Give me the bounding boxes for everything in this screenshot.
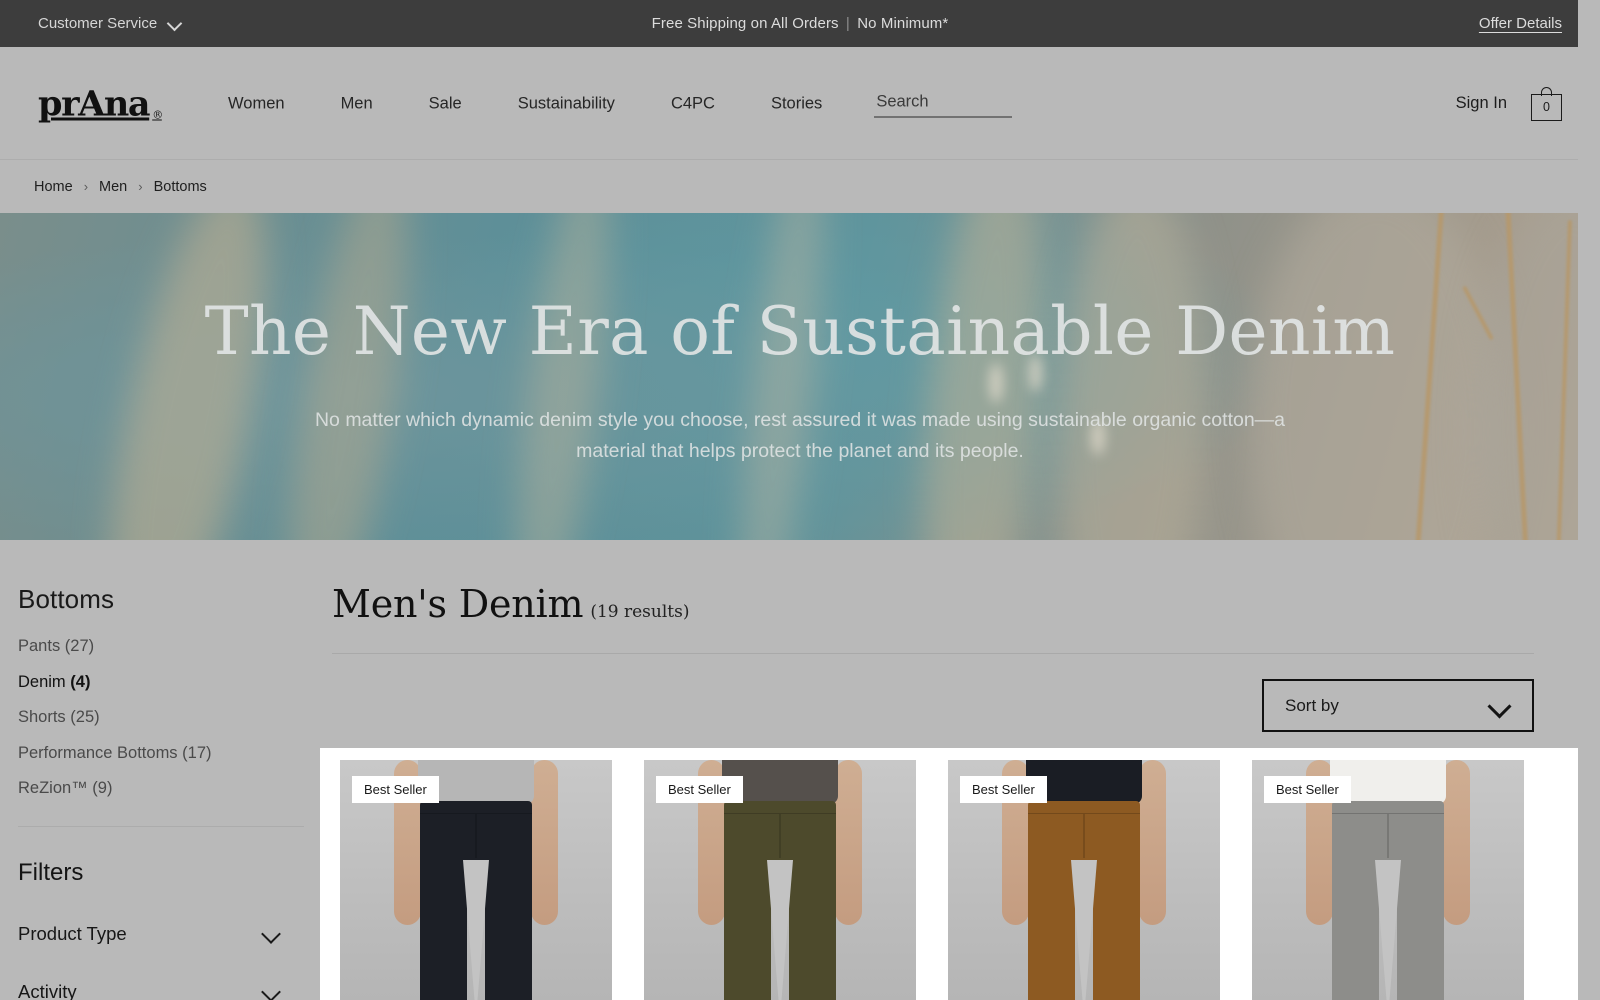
sidebar-item-performance-bottoms[interactable]: Performance Bottoms (17) [18, 744, 212, 762]
header-divider [0, 159, 1600, 160]
sidebar-item-rezion[interactable]: ReZion™ (9) [18, 779, 112, 797]
main-navigation: Women Men Sale Sustainability C4PC Stori… [228, 90, 1013, 117]
brand-logo-text: prAna [38, 83, 151, 124]
sidebar-title: Bottoms [18, 584, 115, 614]
sidebar-item-count: (27) [64, 637, 95, 655]
breadcrumb-item-men[interactable]: Men [99, 179, 127, 195]
promo-message: Free Shipping on All Orders | No Minimum… [0, 15, 1600, 32]
site-header: prAna ® Women Men Sale Sustainability C4P… [0, 47, 1600, 160]
promo-bar: Customer Service Free Shipping on All Or… [0, 0, 1600, 47]
sidebar: Bottoms Pants (27) Denim (4) Shorts (25)… [0, 540, 320, 1000]
sidebar-divider [18, 826, 304, 827]
product-image[interactable]: Best Seller [948, 760, 1220, 1000]
sort-by-dropdown[interactable]: Sort by [1262, 679, 1534, 732]
sidebar-item-label: Denim [18, 672, 66, 691]
product-grid-panel: Best Seller Best Seller Best Seller Best… [320, 748, 1578, 1000]
chevron-down-icon [168, 17, 181, 30]
list-item: Denim (4) [18, 673, 320, 692]
brand-logo[interactable]: prAna ® [38, 83, 163, 124]
product-image[interactable]: Best Seller [1252, 760, 1524, 1000]
sidebar-item-count: (17) [182, 743, 212, 762]
nav-item-women[interactable]: Women [228, 94, 313, 113]
breadcrumb-separator-icon: › [138, 179, 143, 194]
filter-label: Activity [18, 981, 77, 1000]
list-item: ReZion™ (9) [18, 779, 320, 798]
cart-count: 0 [1531, 93, 1562, 121]
breadcrumb: Home › Men › Bottoms [0, 160, 1600, 213]
category-list: Pants (27) Denim (4) Shorts (25) Perform… [18, 637, 320, 798]
sidebar-item-label: Performance Bottoms [18, 743, 178, 762]
sort-row: Sort by [332, 679, 1534, 732]
sort-by-label: Sort by [1285, 695, 1339, 715]
breadcrumb-item-bottoms: Bottoms [153, 178, 207, 195]
product-card[interactable]: Best Seller [948, 760, 1220, 1000]
header-actions: Sign In 0 [1456, 86, 1562, 121]
cart-bag-icon[interactable]: 0 [1531, 86, 1562, 121]
nav-item-sale[interactable]: Sale [401, 94, 490, 113]
sidebar-item-label: ReZion™ [18, 779, 88, 797]
sidebar-item-pants[interactable]: Pants (27) [18, 637, 94, 655]
hero-content: The New Era of Sustainable Denim No matt… [0, 213, 1600, 540]
sidebar-item-shorts[interactable]: Shorts (25) [18, 708, 100, 726]
list-item: Pants (27) [18, 637, 320, 656]
status-badge: Best Seller [656, 776, 743, 803]
nav-item-men[interactable]: Men [313, 94, 401, 113]
offer-details-link[interactable]: Offer Details [1479, 15, 1562, 32]
chevron-down-icon [1489, 698, 1513, 714]
status-badge: Best Seller [1264, 776, 1351, 803]
hero-banner: The New Era of Sustainable Denim No matt… [0, 213, 1600, 540]
sidebar-item-label: Shorts [18, 708, 66, 726]
sidebar-item-count: (9) [92, 779, 113, 797]
registered-trademark-icon: ® [152, 108, 163, 121]
filter-label: Product Type [18, 923, 127, 944]
sidebar-item-label: Pants [18, 637, 61, 655]
chevron-down-icon [262, 927, 282, 941]
promo-message-separator: | [845, 15, 850, 32]
product-image[interactable]: Best Seller [340, 760, 612, 1000]
product-card[interactable]: Best Seller [1252, 760, 1524, 1000]
promo-message-main: Free Shipping on All Orders [651, 15, 839, 32]
promo-message-secondary: No Minimum* [857, 15, 949, 32]
filter-group-activity[interactable]: Activity [18, 981, 320, 1000]
nav-item-c4pc[interactable]: C4PC [643, 94, 743, 113]
title-divider [332, 653, 1534, 654]
filters-title: Filters [18, 859, 84, 886]
breadcrumb-separator-icon: › [83, 179, 89, 194]
customer-service-label: Customer Service [38, 15, 158, 32]
search-field-wrapper [874, 90, 1013, 117]
customer-service-menu[interactable]: Customer Service [38, 15, 181, 32]
sidebar-item-denim[interactable]: Denim (4) [18, 673, 90, 691]
page-root: Customer Service Free Shipping on All Or… [0, 0, 1600, 1000]
sidebar-item-count: (4) [70, 672, 91, 691]
product-card[interactable]: Best Seller [340, 760, 612, 1000]
status-badge: Best Seller [960, 776, 1047, 803]
status-badge: Best Seller [352, 776, 439, 803]
list-item: Shorts (25) [18, 708, 320, 727]
product-card[interactable]: Best Seller [644, 760, 916, 1000]
results-count: (19 results) [590, 602, 690, 622]
page-title-row: Men's Denim (19 results) [332, 582, 1560, 626]
sign-in-link[interactable]: Sign In [1456, 94, 1507, 113]
chevron-down-icon [262, 985, 282, 999]
breadcrumb-item-home[interactable]: Home [34, 179, 73, 195]
product-grid: Best Seller Best Seller Best Seller Best… [340, 760, 1578, 1000]
sidebar-item-count: (25) [70, 708, 100, 726]
list-item: Performance Bottoms (17) [18, 744, 320, 763]
nav-item-stories[interactable]: Stories [743, 94, 850, 113]
product-image[interactable]: Best Seller [644, 760, 916, 1000]
filter-group-product-type[interactable]: Product Type [18, 923, 320, 945]
hero-subtitle: No matter which dynamic denim style you … [314, 408, 1286, 463]
nav-item-sustainability[interactable]: Sustainability [490, 94, 643, 113]
search-input[interactable] [874, 90, 1013, 117]
hero-title: The New Era of Sustainable Denim [204, 293, 1396, 371]
page-title: Men's Denim [332, 582, 584, 626]
